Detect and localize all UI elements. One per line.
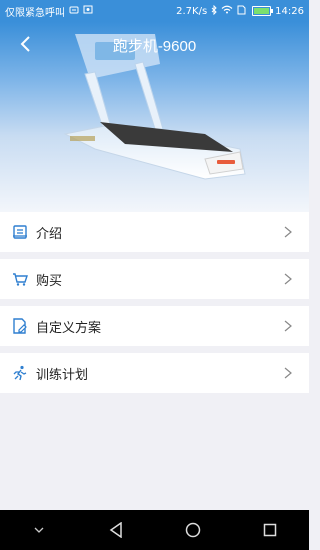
recent-square-icon <box>264 523 277 537</box>
screenshot-icon <box>83 5 93 17</box>
menu-item-label: 购买 <box>36 273 63 289</box>
menu-item-custom-plan[interactable]: 自定义方案 <box>0 306 309 346</box>
status-bar: 仅限紧急呼叫 2.7K/s 14:26 <box>0 0 309 22</box>
menu-item-label: 训练计划 <box>36 367 89 383</box>
intro-icon <box>11 223 29 241</box>
menu-item-buy[interactable]: 购买 <box>0 259 309 299</box>
sim-card-icon <box>237 5 246 18</box>
page-title: 跑步机-9600 <box>112 38 197 55</box>
chevron-right-icon <box>284 367 292 379</box>
menu-item-intro[interactable]: 介绍 <box>0 212 309 252</box>
custom-plan-icon <box>11 317 29 335</box>
battery-fill <box>254 8 270 14</box>
carrier-text: 仅限紧急呼叫 <box>5 7 65 19</box>
collapse-button[interactable] <box>19 510 59 550</box>
clock: 14:26 <box>275 5 304 17</box>
training-icon <box>11 364 29 382</box>
collapse-icon <box>34 527 44 533</box>
menu-list: 介绍 购买 自定义方案 训练计划 <box>0 212 309 400</box>
chevron-right-icon <box>284 226 292 238</box>
system-nav-bar <box>0 510 309 550</box>
battery-icon <box>252 6 274 16</box>
wifi-icon <box>221 5 233 17</box>
sim-icon <box>69 6 79 17</box>
treadmill-image <box>63 34 246 180</box>
product-hero: 跑步机-9600 <box>0 22 309 212</box>
chevron-right-icon <box>284 320 292 332</box>
cart-icon <box>11 270 29 288</box>
chevron-right-icon <box>284 273 292 285</box>
menu-item-label: 自定义方案 <box>36 320 102 336</box>
system-back-button[interactable] <box>96 510 136 550</box>
back-triangle-icon <box>109 522 122 538</box>
home-circle-icon <box>185 522 201 538</box>
menu-item-label: 介绍 <box>36 226 63 242</box>
home-button[interactable] <box>173 510 213 550</box>
network-speed: 2.7K/s <box>176 5 208 17</box>
recent-apps-button[interactable] <box>250 510 290 550</box>
menu-item-training[interactable]: 训练计划 <box>0 353 309 393</box>
bluetooth-icon <box>211 4 217 18</box>
